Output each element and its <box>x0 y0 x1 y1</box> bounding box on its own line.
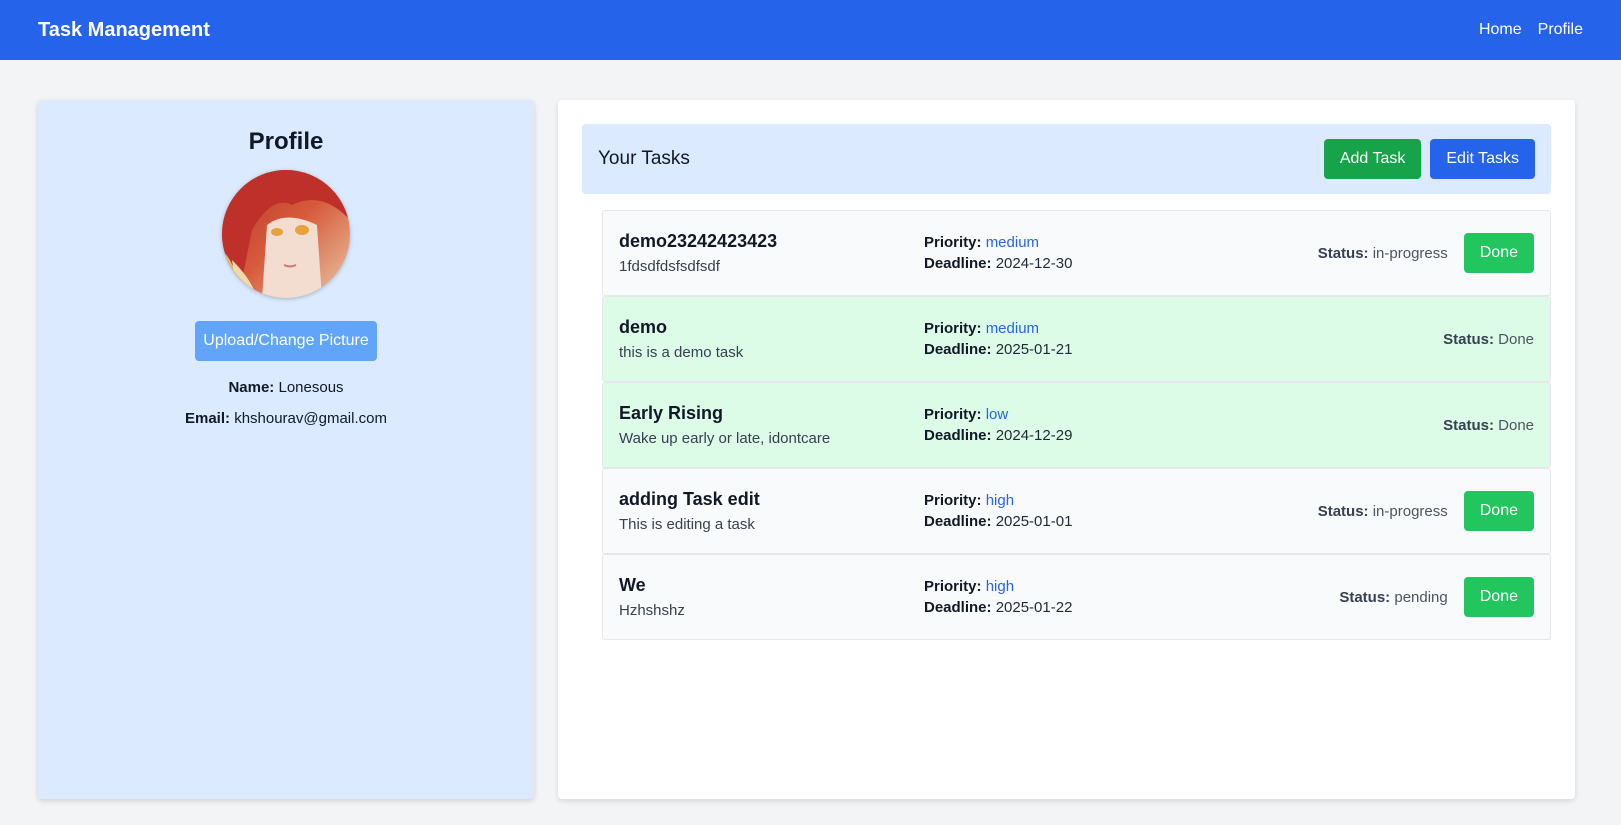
mark-done-button[interactable]: Done <box>1463 233 1534 273</box>
task-status-area: Status: in-progress Done <box>1318 491 1534 531</box>
task-deadline: 2025-01-01 <box>995 513 1073 530</box>
task-name: We <box>619 575 646 595</box>
task-name: demo23242423423 <box>619 231 778 251</box>
task-name: Early Rising <box>619 403 724 423</box>
profile-name-line: Name: Lonesous <box>228 379 343 396</box>
priority-label: Priority: <box>924 406 982 423</box>
task-status: Status: in-progress <box>1318 245 1448 262</box>
profile-title: Profile <box>248 128 324 155</box>
avatar <box>222 170 350 298</box>
task-row: demo this is a demo task Priority: mediu… <box>602 296 1551 382</box>
avatar-image <box>222 170 350 298</box>
task-deadline: 2025-01-22 <box>995 599 1073 616</box>
tasks-card: Your Tasks Add Task Edit Tasks demo23242… <box>558 100 1575 799</box>
top-navbar: Task Management Home Profile <box>0 0 1621 60</box>
task-status: Status: in-progress <box>1318 503 1448 520</box>
name-label: Name: <box>228 379 275 396</box>
task-description: this is a demo task <box>619 344 744 361</box>
status-label: Status: <box>1443 416 1494 434</box>
mark-done-button[interactable]: Done <box>1463 577 1534 617</box>
profile-email-line: Email: khshourav@gmail.com <box>185 410 387 427</box>
deadline-label: Deadline: <box>924 255 992 272</box>
task-row: demo23242423423 1fdsdfdsfsdfsdf Priority… <box>602 210 1551 296</box>
priority-label: Priority: <box>924 578 982 595</box>
status-label: Status: <box>1339 588 1391 606</box>
status-label: Status: <box>1317 502 1369 520</box>
task-name: adding Task edit <box>619 489 760 509</box>
deadline-label: Deadline: <box>924 513 992 530</box>
task-status: Status: Done <box>1443 417 1534 434</box>
task-status-area: Status: Done <box>1443 331 1534 348</box>
task-status: Status: Done <box>1443 331 1534 348</box>
profile-card: Profile Upload/Change Picture Name: Lone… <box>38 100 534 799</box>
task-deadline: 2025-01-21 <box>995 341 1073 358</box>
task-meta: Priority: medium Deadline: 2025-01-21 <box>924 316 1072 362</box>
add-task-button[interactable]: Add Task <box>1323 139 1422 179</box>
email-label: Email: <box>185 410 231 427</box>
task-deadline: 2024-12-29 <box>995 427 1073 444</box>
task-priority: medium <box>985 234 1040 251</box>
task-info: Early Rising Wake up early or late, idon… <box>619 403 924 447</box>
status-label: Status: <box>1443 330 1494 348</box>
main-content: Profile Upload/Change Picture Name: Lone… <box>38 100 1575 799</box>
task-status-value: Done <box>1498 330 1534 348</box>
task-deadline: 2024-12-30 <box>995 255 1073 272</box>
task-status-value: in-progress <box>1372 244 1448 262</box>
tasks-header-buttons: Add Task Edit Tasks <box>1323 139 1535 179</box>
task-info: adding Task edit This is editing a task <box>619 489 924 533</box>
task-info: We Hzhshshz <box>619 575 924 619</box>
task-meta: Priority: high Deadline: 2025-01-22 <box>924 574 1072 620</box>
nav-link-profile[interactable]: Profile <box>1538 21 1583 39</box>
task-status-area: Status: pending Done <box>1339 577 1534 617</box>
task-status-area: Status: Done <box>1443 417 1534 434</box>
task-status-value: pending <box>1394 588 1448 606</box>
task-description: Wake up early or late, idontcare <box>619 430 831 447</box>
nav-link-home[interactable]: Home <box>1479 21 1522 39</box>
priority-label: Priority: <box>924 234 982 251</box>
tasks-header: Your Tasks Add Task Edit Tasks <box>582 124 1551 194</box>
task-name: demo <box>619 317 668 337</box>
tasks-title: Your Tasks <box>598 148 690 169</box>
app-brand[interactable]: Task Management <box>38 19 210 42</box>
profile-name: Lonesous <box>278 379 344 396</box>
task-row: Early Rising Wake up early or late, idon… <box>602 382 1551 468</box>
task-status-value: in-progress <box>1372 502 1448 520</box>
task-row: adding Task edit This is editing a task … <box>602 468 1551 554</box>
task-priority: medium <box>985 320 1040 337</box>
task-meta: Priority: high Deadline: 2025-01-01 <box>924 488 1072 534</box>
status-label: Status: <box>1317 244 1369 262</box>
deadline-label: Deadline: <box>924 341 992 358</box>
task-list: demo23242423423 1fdsdfdsfsdfsdf Priority… <box>602 210 1551 640</box>
priority-label: Priority: <box>924 492 982 509</box>
deadline-label: Deadline: <box>924 599 992 616</box>
priority-label: Priority: <box>924 320 982 337</box>
task-status-value: Done <box>1498 416 1534 434</box>
task-description: Hzhshshz <box>619 602 685 619</box>
nav-links: Home Profile <box>1479 21 1583 39</box>
task-priority: high <box>985 578 1015 595</box>
task-priority: low <box>985 406 1009 423</box>
profile-email: khshourav@gmail.com <box>234 410 387 427</box>
task-info: demo23242423423 1fdsdfdsfsdfsdf <box>619 231 924 275</box>
task-row: We Hzhshshz Priority: high Deadline: 202… <box>602 554 1551 640</box>
edit-tasks-button[interactable]: Edit Tasks <box>1430 139 1535 179</box>
task-meta: Priority: medium Deadline: 2024-12-30 <box>924 230 1072 276</box>
task-description: 1fdsdfdsfsdfsdf <box>619 258 720 275</box>
task-status-area: Status: in-progress Done <box>1318 233 1534 273</box>
task-status: Status: pending <box>1339 589 1447 606</box>
deadline-label: Deadline: <box>924 427 992 444</box>
task-description: This is editing a task <box>619 516 755 533</box>
upload-picture-button[interactable]: Upload/Change Picture <box>195 321 377 361</box>
task-priority: high <box>985 492 1015 509</box>
task-meta: Priority: low Deadline: 2024-12-29 <box>924 402 1072 448</box>
task-info: demo this is a demo task <box>619 317 924 361</box>
mark-done-button[interactable]: Done <box>1463 491 1534 531</box>
